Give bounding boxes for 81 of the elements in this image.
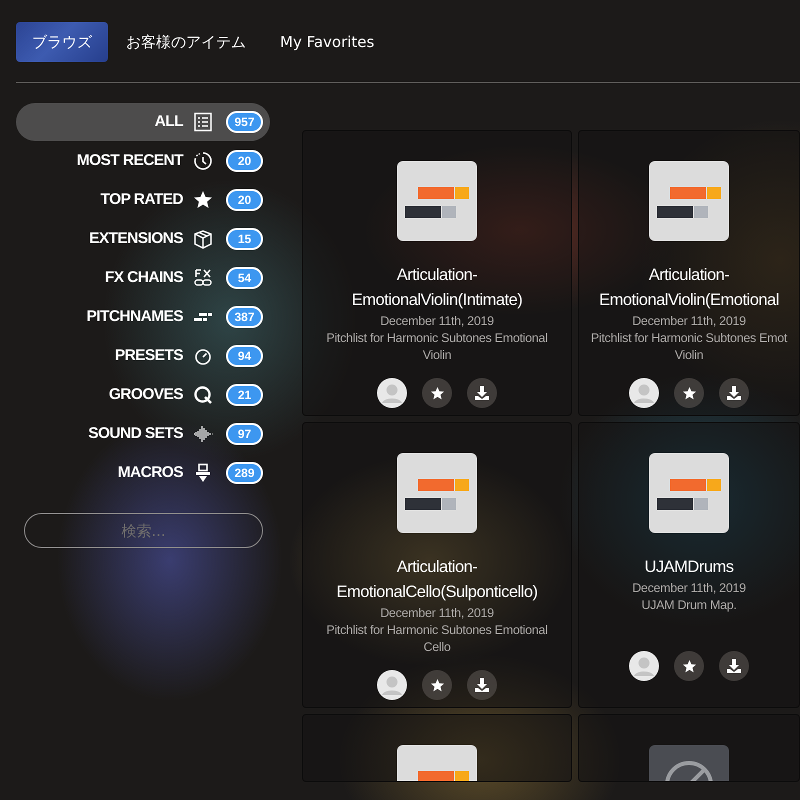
sidebar-item[interactable]: TOP RATED 20 <box>16 181 270 219</box>
avatar-icon[interactable] <box>377 670 407 700</box>
download-icon <box>726 385 742 401</box>
sidebar-item[interactable]: FX CHAINS 54 <box>16 259 270 297</box>
avatar-icon[interactable] <box>629 651 659 681</box>
pitchlist-icon <box>649 161 729 241</box>
macro-icon <box>193 463 213 483</box>
clock-icon <box>193 151 213 171</box>
category-label: PRESETS <box>114 347 183 365</box>
count-badge: 94 <box>226 345 263 367</box>
category-label: MOST RECENT <box>76 152 183 170</box>
favorite-button[interactable] <box>422 670 452 700</box>
count-badge: 20 <box>226 150 263 172</box>
star-icon <box>430 386 444 400</box>
item-date: December 11th, 2019 <box>632 313 746 330</box>
box-icon <box>193 229 213 249</box>
sidebar-item[interactable]: SOUND SETS 97 <box>16 415 270 453</box>
item-description: Pitchlist for Harmonic Subtones Emot Violin <box>590 330 788 364</box>
favorite-button[interactable] <box>674 651 704 681</box>
item-description: Pitchlist for Harmonic Subtones Emotional Violin <box>325 330 549 364</box>
item-title: Articulation-EmotionalViolin(Emotional <box>598 265 780 311</box>
category-label: MACROS <box>118 464 183 482</box>
item-date: December 11th, 2019 <box>632 580 746 597</box>
sidebar-item[interactable]: GROOVES 21 <box>16 376 270 414</box>
avatar-icon[interactable] <box>629 378 659 408</box>
no-image-icon <box>649 745 729 781</box>
fx-chain-icon <box>193 268 213 288</box>
pitchlist-icon <box>397 161 477 241</box>
star-icon <box>682 658 696 674</box>
download-button[interactable] <box>467 378 497 408</box>
pitchlist-icon <box>649 453 729 533</box>
item-description: Pitchlist for Harmonic Subtones Emotional Cello <box>325 622 549 656</box>
category-label: FX CHAINS <box>104 269 183 287</box>
download-button[interactable] <box>719 651 749 681</box>
download-icon <box>474 677 490 693</box>
item-title: UJAMDrums <box>644 557 734 578</box>
dial-icon <box>193 346 213 366</box>
sidebar-item[interactable]: EXTENSIONS 15 <box>16 220 270 258</box>
favorite-button[interactable] <box>422 378 452 408</box>
nav-tab[interactable]: My Favorites <box>264 22 390 62</box>
star-icon <box>430 678 444 692</box>
count-badge: 15 <box>226 228 263 250</box>
nav-tab[interactable]: お客様のアイテム <box>110 22 262 62</box>
star-icon <box>682 386 696 400</box>
favorite-button[interactable] <box>674 378 704 408</box>
download-icon <box>474 385 490 401</box>
sidebar-item[interactable]: PRESETS 94 <box>16 337 270 375</box>
nav-tab[interactable]: ブラウズ <box>16 22 108 62</box>
item-description: UJAM Drum Map. <box>640 597 738 614</box>
item-date: December 11th, 2019 <box>380 605 494 622</box>
q-icon <box>193 385 213 405</box>
download-icon <box>726 658 742 674</box>
sidebar-item[interactable]: MOST RECENT 20 <box>16 142 270 180</box>
category-label: ALL <box>154 113 183 131</box>
sidebar-item[interactable]: MACROS 289 <box>16 454 270 492</box>
item-date: December 11th, 2019 <box>380 313 494 330</box>
count-badge: 289 <box>226 462 263 484</box>
list-icon <box>193 112 213 132</box>
category-label: PITCHNAMES <box>86 308 183 326</box>
pitchlist-icon <box>397 745 477 781</box>
waveform-icon <box>193 424 213 444</box>
count-badge: 957 <box>226 111 263 133</box>
avatar-icon[interactable] <box>377 378 407 408</box>
count-badge: 20 <box>226 189 263 211</box>
count-badge: 21 <box>226 384 263 406</box>
count-badge: 387 <box>226 306 263 328</box>
count-badge: 97 <box>226 423 263 445</box>
item-title: Articulation-EmotionalCello(Sulponticello) <box>335 557 539 603</box>
count-badge: 54 <box>226 267 263 289</box>
star-icon <box>193 190 213 210</box>
category-label: SOUND SETS <box>88 425 183 443</box>
category-label: GROOVES <box>108 386 183 404</box>
category-label: TOP RATED <box>100 191 183 209</box>
category-label: EXTENSIONS <box>89 230 183 248</box>
pitchlist-icon <box>397 453 477 533</box>
sidebar-item[interactable]: PITCHNAMES 387 <box>16 298 270 336</box>
download-button[interactable] <box>467 670 497 700</box>
item-title: Articulation-EmotionalViolin(Intimate) <box>350 265 524 311</box>
download-button[interactable] <box>719 378 749 408</box>
sidebar-item[interactable]: ALL 957 <box>16 103 270 141</box>
search-field[interactable]: 検索... <box>24 513 263 548</box>
